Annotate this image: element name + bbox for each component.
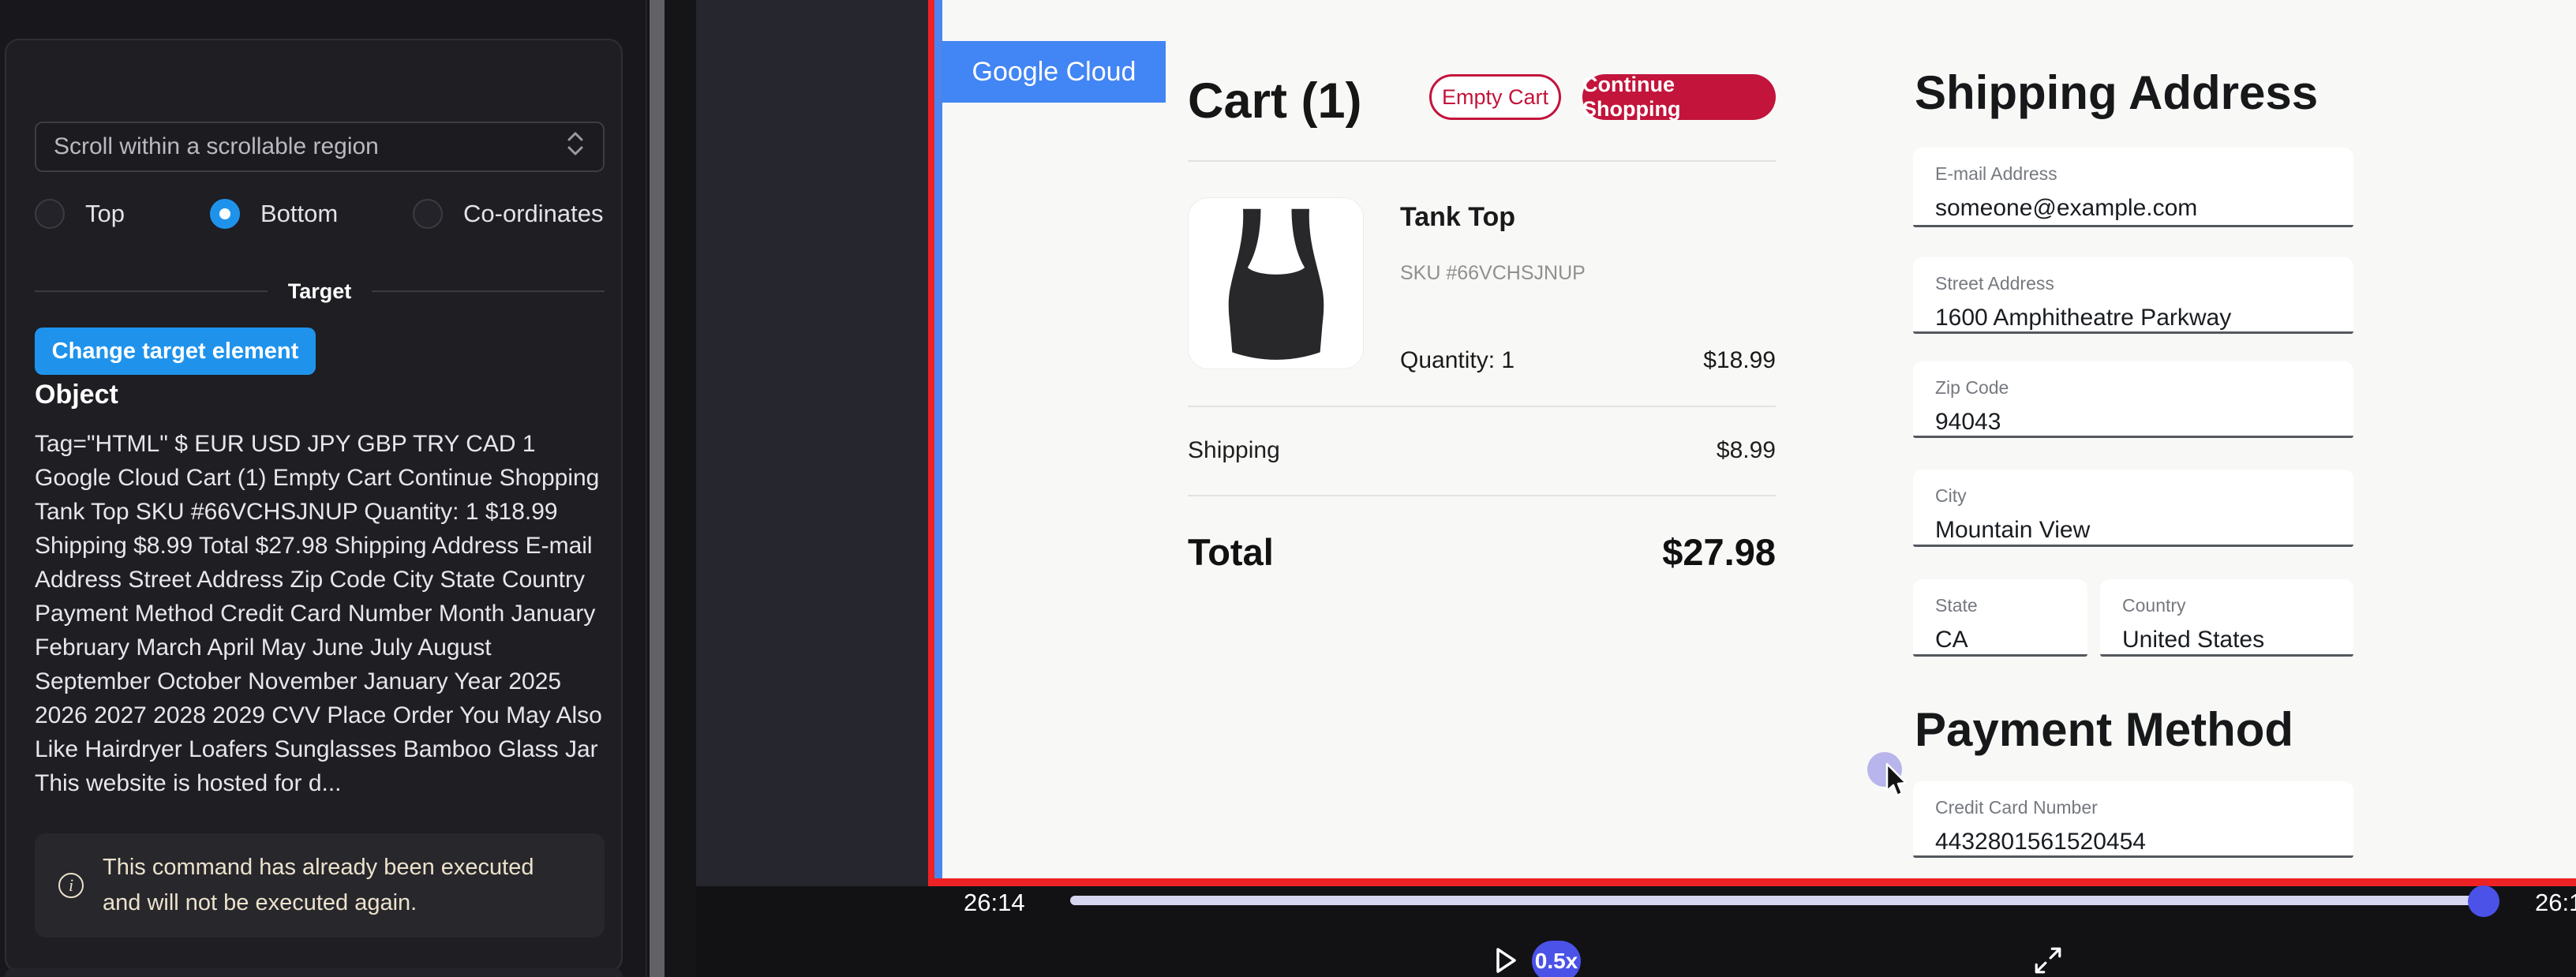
app-window: Scroll within a scrollable region Top Bo… bbox=[0, 0, 2576, 977]
seek-track[interactable] bbox=[1070, 896, 2486, 905]
cart-title: Cart (1) bbox=[1188, 73, 1362, 129]
object-heading: Object bbox=[35, 380, 118, 410]
player-controls-bar: 26:14 26:15 0.5x 1x 2x 4x 8x 16x skip in… bbox=[696, 886, 2576, 977]
empty-cart-button[interactable]: Empty Cart bbox=[1429, 74, 1561, 120]
fullscreen-icon[interactable] bbox=[2033, 945, 2063, 975]
country-field-label: Country bbox=[2122, 595, 2353, 616]
shipping-address-heading: Shipping Address bbox=[1915, 66, 2318, 120]
total-label: Total bbox=[1188, 530, 1274, 574]
cart-item-sku: SKU #66VCHSJNUP bbox=[1400, 262, 1586, 285]
target-section-divider: Target bbox=[35, 281, 605, 301]
street-field-value: 1600 Amphitheatre Parkway bbox=[1935, 305, 2353, 331]
radio-top-label: Top bbox=[85, 200, 125, 228]
info-banner-text: This command has already been executed a… bbox=[103, 850, 545, 921]
info-banner: i This command has already been executed… bbox=[35, 833, 605, 938]
shipping-cost-value: $8.99 bbox=[1717, 437, 1776, 464]
play-button-icon[interactable] bbox=[1494, 947, 1518, 974]
email-field[interactable]: E-mail Address someone@example.com bbox=[1913, 148, 2353, 227]
country-field[interactable]: Country United States bbox=[2100, 579, 2353, 657]
info-icon: i bbox=[58, 873, 84, 898]
cart-total-divider bbox=[1188, 495, 1776, 496]
state-field-label: State bbox=[1935, 595, 2087, 616]
credit-card-field[interactable]: Credit Card Number 4432801561520454 bbox=[1913, 781, 2353, 858]
brand-logo[interactable]: Google Cloud bbox=[942, 41, 1166, 103]
current-time-label: 26:14 bbox=[964, 889, 1025, 917]
target-element-outline-bottom bbox=[928, 878, 2576, 886]
divider-line bbox=[372, 290, 605, 292]
continue-shopping-button[interactable]: Continue Shopping bbox=[1582, 74, 1776, 120]
shipping-cost-row: Shipping $8.99 bbox=[1188, 437, 1776, 464]
state-field-value: CA bbox=[1935, 627, 2087, 653]
object-description-text: Tag="HTML" $ EUR USD JPY GBP TRY CAD 1 G… bbox=[35, 427, 608, 800]
browser-page: Google Cloud Cart (1) Empty Cart Continu… bbox=[942, 0, 2576, 878]
street-field[interactable]: Street Address 1600 Amphitheatre Parkway bbox=[1913, 257, 2353, 334]
panel-resize-handle[interactable] bbox=[650, 0, 665, 977]
replay-viewport: Google Cloud Cart (1) Empty Cart Continu… bbox=[696, 0, 2576, 977]
scroll-anchor-radio-group: Top Bottom Co-ordinates bbox=[35, 197, 605, 231]
radio-bottom-circle-icon bbox=[210, 199, 240, 229]
shipping-cost-label: Shipping bbox=[1188, 437, 1280, 464]
radio-bottom-label: Bottom bbox=[260, 200, 338, 228]
mouse-cursor-icon bbox=[1885, 762, 1912, 799]
cart-header-divider bbox=[1188, 160, 1776, 162]
cart-item-quantity-row: Quantity: 1 $18.99 bbox=[1400, 347, 1776, 374]
next-section-card-clipped bbox=[5, 968, 623, 977]
command-card: Scroll within a scrollable region Top Bo… bbox=[5, 39, 623, 972]
total-row: Total $27.98 bbox=[1188, 530, 1776, 574]
cart-item-price: $18.99 bbox=[1703, 347, 1776, 374]
scroll-region-highlight-left bbox=[934, 0, 942, 878]
radio-coordinates-label: Co-ordinates bbox=[463, 200, 603, 228]
speed-0.5x-button[interactable]: 0.5x bbox=[1532, 941, 1581, 977]
payment-method-heading: Payment Method bbox=[1915, 702, 2293, 757]
cart-item-name: Tank Top bbox=[1400, 202, 1515, 233]
state-field[interactable]: State CA bbox=[1913, 579, 2087, 657]
country-field-value: United States bbox=[2122, 627, 2353, 653]
cart-row-divider bbox=[1188, 406, 1776, 407]
zip-field-label: Zip Code bbox=[1935, 377, 2353, 399]
credit-card-field-value: 4432801561520454 bbox=[1935, 829, 2353, 855]
select-chevrons-icon bbox=[565, 129, 586, 165]
email-field-label: E-mail Address bbox=[1935, 163, 2353, 185]
total-value: $27.98 bbox=[1662, 530, 1776, 574]
product-image bbox=[1188, 197, 1364, 369]
zip-field[interactable]: Zip Code 94043 bbox=[1913, 361, 2353, 438]
radio-top[interactable]: Top bbox=[35, 197, 125, 231]
command-sidebar: Scroll within a scrollable region Top Bo… bbox=[0, 0, 646, 977]
street-field-label: Street Address bbox=[1935, 273, 2353, 294]
credit-card-field-label: Credit Card Number bbox=[1935, 797, 2353, 818]
radio-coordinates[interactable]: Co-ordinates bbox=[413, 197, 603, 231]
cart-item-quantity: Quantity: 1 bbox=[1400, 347, 1515, 374]
end-time-label: 26:15 bbox=[2535, 889, 2576, 916]
city-field[interactable]: City Mountain View bbox=[1913, 470, 2353, 547]
command-select-value: Scroll within a scrollable region bbox=[54, 133, 565, 160]
zip-field-value: 94043 bbox=[1935, 409, 2353, 436]
email-field-value: someone@example.com bbox=[1935, 195, 2353, 222]
radio-coordinates-circle-icon bbox=[413, 199, 443, 229]
change-target-button[interactable]: Change target element bbox=[35, 328, 316, 375]
divider-line bbox=[35, 290, 268, 292]
target-element-outline-left bbox=[928, 0, 934, 886]
tank-top-image bbox=[1197, 203, 1355, 365]
city-field-label: City bbox=[1935, 485, 2353, 507]
target-section-label: Target bbox=[288, 279, 352, 304]
radio-bottom[interactable]: Bottom bbox=[210, 197, 338, 231]
radio-top-circle-icon bbox=[35, 199, 65, 229]
command-select[interactable]: Scroll within a scrollable region bbox=[35, 122, 605, 172]
seek-thumb[interactable] bbox=[2468, 885, 2499, 917]
city-field-value: Mountain View bbox=[1935, 517, 2353, 544]
